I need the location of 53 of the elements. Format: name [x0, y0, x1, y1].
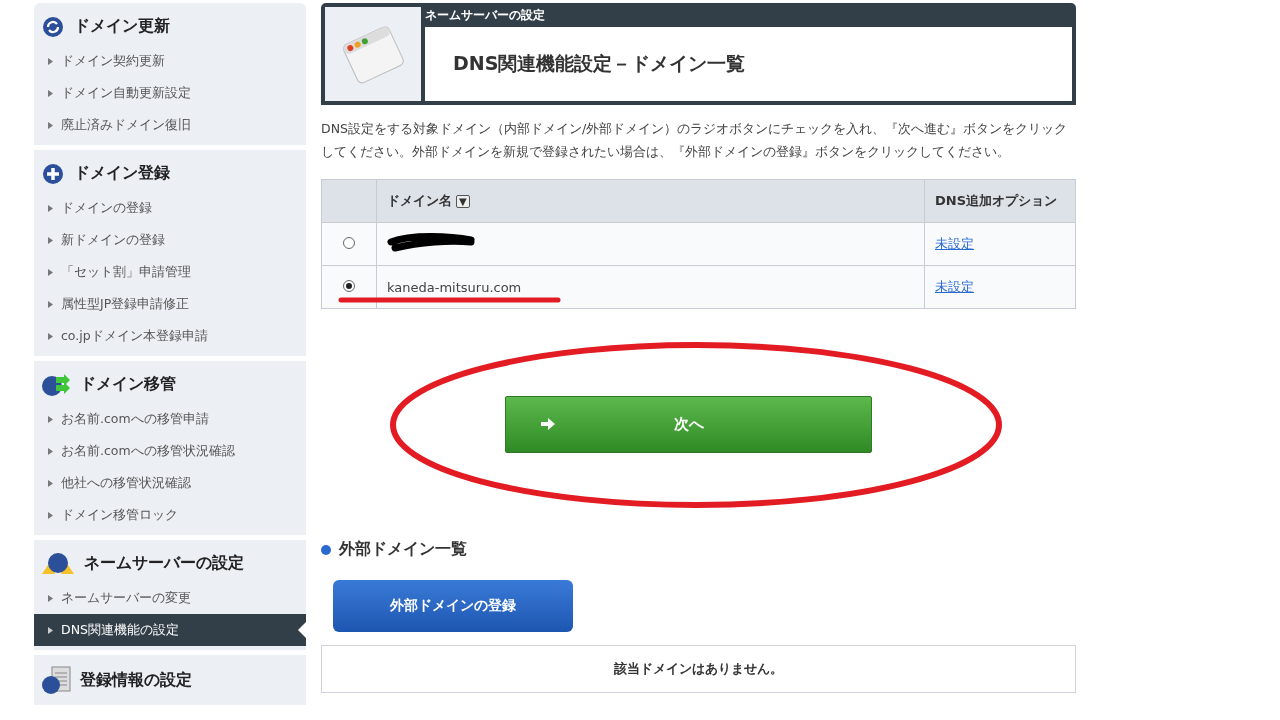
bullet-icon: [48, 415, 53, 423]
bullet-icon: [48, 332, 53, 340]
bullet-dot-icon: [321, 544, 331, 555]
arrow-right-icon: [541, 417, 555, 430]
sidebar-item[interactable]: ドメイン自動更新設定: [34, 77, 306, 109]
bullet-icon: [48, 204, 53, 212]
page-title: DNS関連機能設定－ドメイン一覧: [453, 51, 746, 76]
radio-button[interactable]: [343, 279, 355, 292]
bullet-icon: [48, 594, 53, 602]
sidebar-heading: 登録情報の設定: [80, 669, 192, 691]
sidebar-item[interactable]: お名前.comへの移管申請: [34, 403, 306, 435]
sidebar-item[interactable]: 他社への移管状況確認: [34, 467, 306, 499]
sort-button[interactable]: ▼: [456, 195, 470, 208]
bullet-icon: [48, 89, 53, 97]
table-header: DNS追加オプション: [924, 179, 1076, 223]
pointer-notch-icon: [298, 622, 306, 638]
bullet-icon: [48, 447, 53, 455]
bullet-icon: [48, 236, 53, 244]
section-heading: 外部ドメイン一覧: [339, 539, 467, 560]
bullet-icon: [48, 479, 53, 487]
sidebar-heading: ドメイン登録: [74, 162, 170, 184]
bullet-icon: [48, 626, 53, 634]
column-title: ドメイン名: [387, 193, 452, 208]
sidebar-item[interactable]: ドメインの登録: [34, 192, 306, 224]
bullet-icon: [48, 300, 53, 308]
bullet-icon: [48, 268, 53, 276]
sidebar-item[interactable]: ネームサーバーの変更: [34, 582, 306, 614]
sidebar-heading: ドメイン移管: [80, 373, 176, 395]
bullet-icon: [48, 511, 53, 519]
sidebar-item[interactable]: ドメイン契約更新: [34, 45, 306, 77]
radio-button[interactable]: [343, 236, 355, 249]
instruction-text: DNS設定をする対象ドメイン（内部ドメイン/外部ドメイン）のラジオボタンにチェックを入れ、『次へ進む』ボタンをクリックしてください。外部ドメインを新規で登録されたい場合は、『外部ドメインの登録』ボタンをクリックしてください。: [321, 120, 1069, 161]
header-category: ネームサーバーの設定: [425, 7, 546, 24]
sidebar-item[interactable]: お名前.comへの移管状況確認: [34, 435, 306, 467]
option-link[interactable]: 未設定: [935, 279, 974, 294]
option-link[interactable]: 未設定: [935, 236, 974, 251]
domain-name: kaneda-mitsuru.com: [387, 279, 522, 295]
sidebar-item[interactable]: ドメイン移管ロック: [34, 499, 306, 531]
sidebar-item[interactable]: 新ドメインの登録: [34, 224, 306, 256]
sidebar-item[interactable]: 「セット割」申請管理: [34, 256, 306, 288]
globe-icon: [40, 550, 76, 576]
sidebar-heading: ドメイン更新: [74, 15, 170, 37]
sidebar-item[interactable]: 廃止済みドメイン復旧: [34, 109, 306, 141]
sidebar-item[interactable]: co.jpドメイン本登録申請: [34, 320, 306, 352]
globe-arrows-icon: [40, 371, 72, 397]
sidebar-item[interactable]: DNS関連機能の設定: [34, 614, 306, 646]
register-external-domain-button[interactable]: 外部ドメインの登録: [333, 580, 573, 632]
document-icon: [40, 665, 72, 695]
sidebar-heading: ネームサーバーの設定: [84, 552, 244, 574]
sidebar-item[interactable]: 属性型JP登録申請修正: [34, 288, 306, 320]
empty-message: 該当ドメインはありません。: [321, 645, 1076, 693]
bullet-icon: [48, 121, 53, 129]
bullet-icon: [48, 57, 53, 65]
